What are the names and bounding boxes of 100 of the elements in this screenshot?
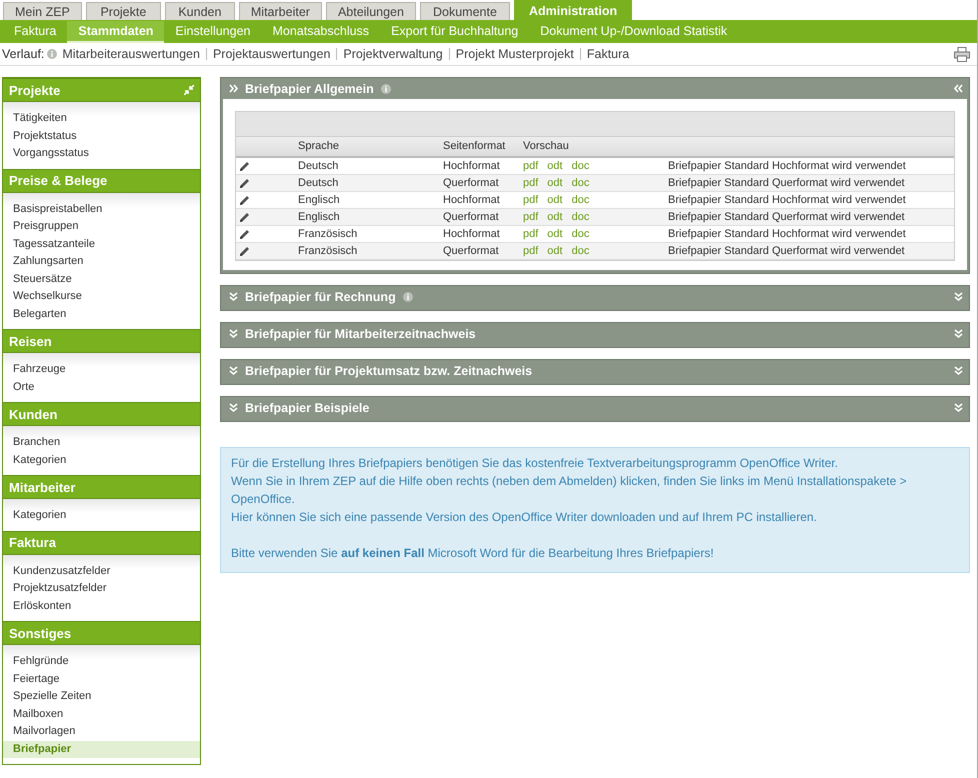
preview-link[interactable]: pdf (523, 192, 538, 208)
sidebar-item[interactable]: Vorgangsstatus (3, 145, 200, 162)
sidebar-item[interactable]: Mailboxen (3, 706, 200, 723)
pencil-icon[interactable] (239, 178, 250, 188)
pencil-icon[interactable] (239, 212, 250, 222)
section-header[interactable]: Briefpapier Allgemein (223, 78, 967, 99)
preview-link[interactable]: odt (547, 192, 563, 208)
sidebar-group-header[interactable]: Kunden (3, 402, 200, 426)
preview-link[interactable]: odt (547, 175, 563, 191)
pencil-icon[interactable] (239, 246, 250, 256)
sidebar-item[interactable]: Wechselkurse (3, 288, 200, 306)
print-icon[interactable] (954, 46, 970, 62)
notice-text: Hier können Sie sich eine passende Version des OpenOffice Writer downloaden und auf Ihrem PC installieren. (231, 509, 818, 526)
double-chevron-down-icon[interactable] (954, 366, 963, 375)
main-tab[interactable]: Mitarbeiter (238, 2, 322, 20)
double-chevron-right-icon[interactable] (229, 84, 238, 93)
preview-link[interactable]: odt (547, 209, 563, 225)
sidebar-item[interactable]: Orte (3, 378, 200, 396)
sidebar-item[interactable]: Zahlungsarten (3, 253, 200, 270)
sidebar-item[interactable]: Projektstatus (3, 128, 200, 145)
preview-link[interactable]: pdf (523, 243, 538, 259)
section-header[interactable]: Briefpapier Beispiele (223, 397, 967, 418)
sidebar-item[interactable]: Kategorien (3, 452, 200, 469)
info-icon[interactable] (380, 84, 391, 94)
main-tab[interactable]: Mein ZEP (3, 2, 82, 20)
preview-link[interactable]: pdf (523, 158, 538, 174)
sidebar-group-header[interactable]: Faktura (3, 530, 200, 554)
breadcrumb-link[interactable]: Projektverwaltung (336, 48, 449, 60)
collapse-icon[interactable] (184, 85, 194, 95)
preview-link[interactable]: doc (572, 243, 590, 259)
double-chevron-down-icon[interactable] (954, 292, 963, 301)
breadcrumb-link[interactable]: Projekt Musterprojekt (448, 48, 580, 60)
pencil-icon[interactable] (239, 160, 250, 172)
breadcrumb-link[interactable]: Projektauswertungen (206, 48, 336, 60)
preview-link[interactable]: odt (547, 226, 563, 242)
sidebar-item[interactable]: Feiertage (3, 670, 200, 688)
sidebar-item[interactable]: Mailvorlagen (3, 723, 200, 740)
double-chevron-down-icon[interactable] (229, 329, 238, 338)
sidebar-item[interactable]: Briefpapier (3, 740, 200, 758)
breadcrumb-link[interactable]: Mitarbeiterauswertungen (62, 48, 206, 60)
table-cell: Briefpapier Standard Hochformat wird verwendet (668, 226, 954, 243)
double-chevron-down-icon[interactable] (229, 292, 238, 301)
pencil-icon[interactable] (239, 228, 250, 240)
sidebar-item[interactable]: Branchen (3, 434, 200, 452)
sidebar-group-header[interactable]: Sonstiges (3, 621, 200, 645)
double-chevron-down-icon[interactable] (229, 366, 238, 375)
sub-tab[interactable]: Monatsabschluss (261, 21, 380, 43)
double-chevron-down-icon[interactable] (954, 329, 963, 338)
preview-link[interactable]: odt (547, 158, 563, 174)
main-tab[interactable]: Kunden (164, 2, 235, 20)
sidebar-item[interactable]: Fehlgründe (3, 653, 200, 670)
sidebar-item[interactable]: Preisgruppen (3, 218, 200, 236)
main-tab[interactable]: Dokumente (420, 2, 510, 20)
sidebar-group-header[interactable]: Projekte (3, 78, 200, 102)
section-header[interactable]: Briefpapier für Mitarbeiterzeitnachweis (223, 323, 967, 344)
main-tab[interactable]: Administration (514, 0, 632, 20)
main-tab[interactable]: Projekte (86, 2, 161, 20)
table-cell: Briefpapier Standard Querformat wird verwendet (668, 243, 954, 260)
sub-tab[interactable]: Dokument Up-/Download Statistik (529, 21, 738, 43)
double-chevron-down-icon[interactable] (229, 403, 238, 412)
info-icon[interactable] (402, 292, 413, 302)
table-cell: Briefpapier Standard Querformat wird verwendet (668, 175, 954, 192)
info-icon[interactable] (47, 49, 58, 59)
sidebar-item[interactable]: Belegarten (3, 306, 200, 323)
sidebar-group-header[interactable]: Preise & Belege (3, 168, 200, 192)
preview-link[interactable]: pdf (523, 209, 538, 225)
sidebar-item[interactable]: Fahrzeuge (3, 361, 200, 378)
sub-tab[interactable]: Faktura (3, 21, 68, 43)
section-header[interactable]: Briefpapier für Projektumsatz bzw. Zeitnachweis (223, 360, 967, 381)
section-header[interactable]: Briefpapier für Rechnung (223, 286, 967, 307)
sidebar-item[interactable]: Tätigkeiten (3, 110, 200, 128)
sidebar-item[interactable]: Basispreistabellen (3, 200, 200, 218)
sidebar-item[interactable]: Spezielle Zeiten (3, 688, 200, 706)
table-cell: Englisch (298, 209, 443, 226)
preview-link[interactable]: pdf (523, 226, 538, 242)
table-cell: Französisch (298, 243, 443, 260)
sidebar-item[interactable]: Steuersätze (3, 270, 200, 288)
sidebar-group-header[interactable]: Reisen (3, 329, 200, 353)
pencil-icon[interactable] (239, 194, 250, 206)
preview-link[interactable]: doc (572, 175, 590, 191)
sub-tab[interactable]: Export für Buchhaltung (380, 21, 530, 43)
sidebar-group-header[interactable]: Mitarbeiter (3, 475, 200, 499)
preview-link[interactable]: pdf (523, 175, 538, 191)
double-chevron-down-icon[interactable] (954, 403, 963, 412)
table-cell: Querformat (443, 209, 523, 226)
sidebar-item[interactable]: Projektzusatzfelder (3, 580, 200, 598)
sidebar-item[interactable]: Tagessatzanteile (3, 236, 200, 253)
preview-link[interactable]: doc (572, 226, 590, 242)
sub-tab[interactable]: Einstellungen (164, 21, 262, 43)
sub-tab[interactable]: Stammdaten (67, 21, 164, 43)
sidebar-item[interactable]: Erlöskonten (3, 598, 200, 615)
sidebar-item[interactable]: Kundenzusatzfelder (3, 562, 200, 580)
preview-link[interactable]: doc (572, 209, 590, 225)
main-tab[interactable]: Abteilungen (326, 2, 416, 20)
preview-link[interactable]: odt (547, 243, 563, 259)
table-cell: Hochformat (443, 226, 523, 243)
preview-link[interactable]: doc (572, 158, 590, 174)
double-chevron-left-icon[interactable] (954, 84, 963, 93)
preview-link[interactable]: doc (572, 192, 590, 208)
breadcrumb-link[interactable]: Faktura (580, 48, 636, 60)
